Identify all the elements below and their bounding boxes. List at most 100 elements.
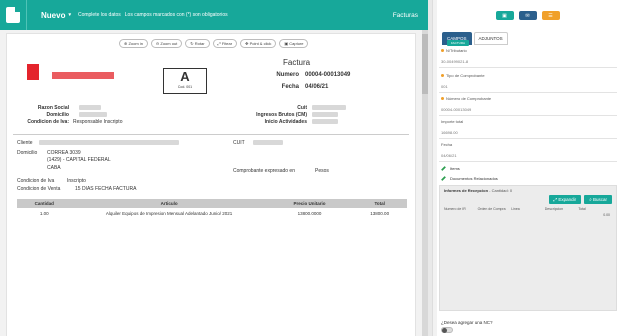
field-value-ntributario[interactable]: 30-00499021-8 (441, 59, 468, 64)
tab-adjuntos[interactable]: ADJUNTOS (473, 32, 508, 45)
panel-scrollbar[interactable] (433, 0, 437, 336)
address-line-2: (1429) - CAPITAL FEDERAL (47, 157, 111, 163)
divider (439, 115, 617, 116)
field-value-numero[interactable]: 00004-00013049 (441, 107, 471, 112)
divider (439, 161, 617, 162)
panel-actions: ▣ ✉ ☰ (433, 11, 622, 20)
col-cantidad: Cantidad (17, 199, 72, 208)
page-title: Nuevo (41, 10, 66, 20)
items-section[interactable]: Items (441, 166, 460, 172)
invoice-paper: ⊕ Zoom in ⊖ Zoom out ↻ Rotar ⤢ Fitear ✥ … (6, 33, 416, 336)
fecha-value: 04/06/21 (305, 84, 329, 90)
reception-header: Informes de Recepcion - Cantidad: 0 (440, 186, 616, 195)
razon-social-label: Razon Social (37, 105, 69, 111)
col-descripcion[interactable]: Descripcion (545, 207, 579, 211)
cond-venta-label: Condicion de Venta (17, 186, 61, 192)
fit-label: Fitear (221, 41, 233, 46)
cliente-value (39, 140, 179, 147)
doc-type-badge: FACTURA (447, 40, 470, 46)
capture-label: Capture (289, 41, 304, 46)
save-icon: ▣ (502, 12, 507, 19)
cuit-cliente-value (253, 140, 283, 147)
field-label-text: N/Tributario (446, 48, 467, 53)
address-line-3: CABA (47, 165, 61, 171)
cond-iva-value: Inscripto (67, 178, 86, 184)
search-button[interactable]: ⌕ Buscar (584, 195, 612, 204)
capture-button[interactable]: ▣ Capture (279, 39, 309, 48)
point-click-button[interactable]: ✥ Point & click (240, 39, 277, 48)
required-dot-icon (441, 74, 444, 78)
invoice-letter: A (180, 69, 190, 84)
razon-social-value (79, 105, 101, 112)
cell-articulo: Alquiler Equipos de Impresion Mensual Ad… (105, 211, 233, 216)
domicilio-label: Domicilio (46, 112, 69, 118)
nc-question: ¿Desea agregar una NC? (441, 320, 493, 325)
docs-section[interactable]: Documentos Relacionados (441, 176, 498, 182)
field-label-tipo: Tipo de Comprobante (441, 73, 485, 78)
field-label-text: Tipo de Comprobante (446, 73, 485, 78)
reception-count: - Cantidad: 0 (489, 188, 513, 193)
context-label: Facturas (392, 11, 418, 19)
field-label-importe: Importe total (441, 119, 464, 124)
col-total: Total (352, 199, 407, 208)
fields-panel: ▣ ✉ ☰ CAMPOS ADJUNTOS FACTURA N/Tributar… (432, 0, 622, 336)
field-value-fecha[interactable]: 04/06/21 (441, 153, 457, 158)
items-table: Cantidad Articulo Precio Unitario Total … (17, 199, 407, 219)
comprobante-value: Pesos (315, 168, 329, 174)
table-row: 1.00 Alquiler Equipos de Impresion Mensu… (17, 208, 407, 219)
col-numero-ir[interactable]: Numero de IR (444, 207, 478, 211)
divider (26, 0, 27, 30)
domicilio-value (79, 112, 107, 119)
col-articulo: Articulo (71, 199, 267, 208)
col-orden-compra[interactable]: Orden de Compra (478, 207, 512, 211)
field-value-tipo[interactable]: 001 (441, 84, 448, 89)
required-dot-icon (441, 49, 444, 53)
col-linea[interactable]: Linea (511, 207, 545, 211)
cuit-label: Cuit (297, 105, 307, 111)
pencil-icon (441, 166, 446, 172)
document-viewer[interactable]: ⊕ Zoom in ⊖ Zoom out ↻ Rotar ⤢ Fitear ✥ … (0, 30, 428, 336)
items-label: Items (450, 166, 460, 171)
cond-iva-label: Condicion de Iva (17, 178, 55, 184)
page-subtitle: Complete los datos (77, 12, 121, 18)
reception-columns: Numero de IR Orden de Compra Linea Descr… (444, 207, 612, 211)
cell-precio: 13800.0000 (297, 211, 322, 216)
divider (439, 92, 617, 93)
required-dot-icon (441, 97, 444, 101)
fit-button[interactable]: ⤢ Fitear (212, 39, 238, 48)
field-label-text: Número de Comprobante (446, 96, 492, 101)
viewer-scrollbar[interactable] (422, 30, 428, 336)
cond-venta-value: 15 DIAS FECHA FACTURA (75, 186, 137, 192)
col-total[interactable]: Total (578, 207, 612, 211)
field-label-numero: Número de Comprobante (441, 96, 491, 101)
invoice-letter-box: A Cod. 001 (163, 68, 207, 94)
menu-button[interactable]: ☰ (541, 11, 560, 20)
cuit-value (312, 105, 346, 112)
save-button[interactable]: ▣ (495, 11, 514, 20)
viewer-toolbar: ⊕ Zoom in ⊖ Zoom out ↻ Rotar ⤢ Fitear ✥ … (119, 39, 309, 48)
company-logo (27, 64, 39, 80)
menu-icon: ☰ (548, 12, 553, 19)
condicion-label: Condicion de Iva: (27, 119, 69, 125)
rotate-label: Rotar (194, 41, 205, 46)
address-line-1: CORREA 3039 (47, 150, 81, 156)
reception-panel: Informes de Recepcion - Cantidad: 0 ⤢ Ex… (439, 185, 617, 311)
fecha-label: Fecha (281, 84, 299, 90)
point-click-label: Point & click (249, 41, 272, 46)
zoom-in-button[interactable]: ⊕ Zoom in (119, 39, 148, 48)
mail-button[interactable]: ✉ (518, 11, 537, 20)
divider (439, 138, 617, 139)
condicion-value: Responsable Inscripto (73, 119, 123, 125)
search-label: Buscar (592, 197, 607, 202)
expand-button[interactable]: ⤢ Expandir (548, 195, 582, 204)
field-value-importe[interactable]: 16698.00 (441, 130, 458, 135)
search-icon: ⌕ (589, 197, 592, 202)
chevron-down-icon[interactable]: ▾ (68, 12, 71, 18)
zoom-out-button[interactable]: ⊖ Zoom out (150, 39, 183, 48)
field-label-fecha: Fecha (441, 142, 453, 147)
divider (13, 134, 409, 135)
rotate-button[interactable]: ↻ Rotar (185, 39, 210, 48)
nc-toggle[interactable] (441, 327, 453, 333)
divider (439, 67, 617, 68)
app-logo-icon[interactable] (0, 0, 26, 30)
